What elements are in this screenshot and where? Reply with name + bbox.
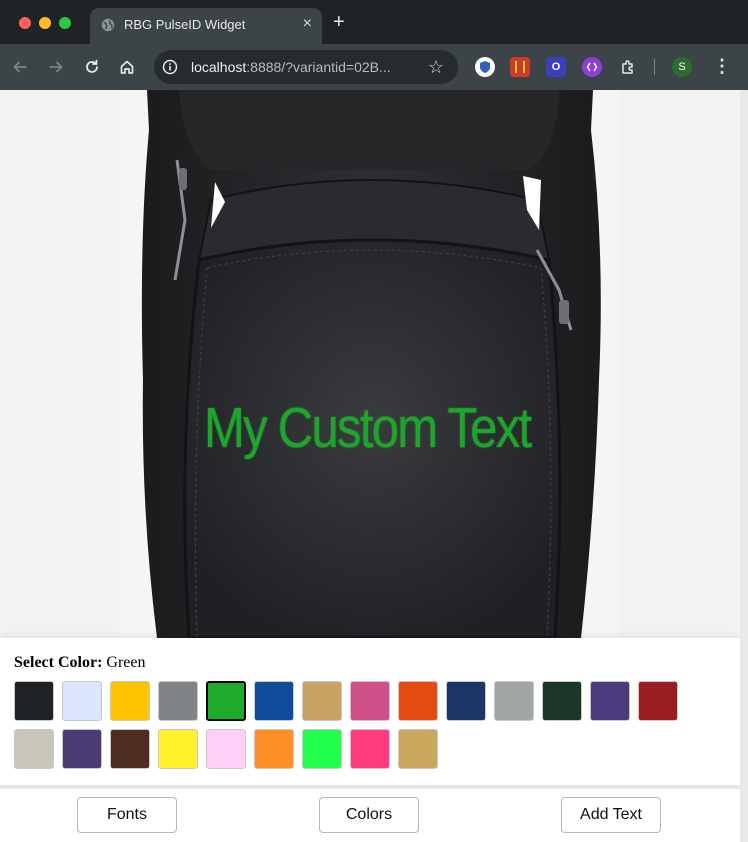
color-swatch-royal-blue[interactable]: [254, 681, 294, 721]
color-swatch-orange[interactable]: [398, 681, 438, 721]
window-edge: [740, 90, 748, 842]
forward-button[interactable]: [45, 56, 67, 78]
color-swatch-brown[interactable]: [110, 729, 150, 769]
color-swatch-silver[interactable]: [494, 681, 534, 721]
arrow-right-icon: [49, 61, 63, 73]
close-window-button[interactable]: [19, 17, 31, 29]
fonts-button[interactable]: Fonts: [77, 797, 177, 833]
color-swatch-pink[interactable]: [350, 681, 390, 721]
color-swatch-navy[interactable]: [446, 681, 486, 721]
color-swatch-black[interactable]: [14, 681, 54, 721]
arrow-left-icon: [13, 61, 27, 73]
color-swatch-violet[interactable]: [62, 729, 102, 769]
red-book-extension-icon[interactable]: [510, 57, 530, 77]
color-swatch-hot-pink[interactable]: [350, 729, 390, 769]
color-swatch-gold[interactable]: [110, 681, 150, 721]
o-extension-icon[interactable]: O: [546, 57, 566, 77]
browser-toolbar: localhost:8888/?variantid=02B... ☆ O S ⋮: [0, 44, 748, 90]
color-swatch-yellow[interactable]: [158, 729, 198, 769]
new-tab-button[interactable]: +: [333, 11, 345, 33]
color-swatch-light-blue[interactable]: [62, 681, 102, 721]
maximize-window-button[interactable]: [59, 17, 71, 29]
color-swatch-dark-green[interactable]: [542, 681, 582, 721]
address-bar[interactable]: localhost:8888/?variantid=02B... ☆: [154, 50, 458, 84]
toolbar-divider: [654, 59, 655, 75]
color-swatch-light-pink[interactable]: [206, 729, 246, 769]
url-text: localhost:8888/?variantid=02B...: [191, 59, 391, 75]
profile-avatar[interactable]: S: [672, 57, 692, 77]
site-info-icon[interactable]: [162, 59, 178, 75]
selected-color-name: Green: [106, 654, 146, 671]
home-button[interactable]: [116, 56, 138, 78]
panel-divider: [0, 785, 740, 789]
color-swatch-maroon[interactable]: [638, 681, 678, 721]
shield-icon: [480, 61, 490, 73]
reload-button[interactable]: [81, 56, 103, 78]
color-swatch-khaki[interactable]: [14, 729, 54, 769]
purple-circle-extension-icon[interactable]: [582, 57, 602, 77]
color-swatch-light-orange[interactable]: [254, 729, 294, 769]
browser-menu-icon[interactable]: ⋮: [713, 56, 731, 76]
customization-panel: Select Color: Green Fonts Colors Add Tex…: [0, 638, 740, 842]
color-swatch-purple[interactable]: [590, 681, 630, 721]
color-swatch-gray[interactable]: [158, 681, 198, 721]
custom-text-preview[interactable]: My Custom Text: [204, 395, 532, 461]
color-swatch-green[interactable]: [206, 681, 246, 721]
add-text-button[interactable]: Add Text: [561, 797, 661, 833]
brackets-icon: [586, 62, 598, 72]
colors-button[interactable]: Colors: [319, 797, 419, 833]
shield-extension-icon[interactable]: [475, 57, 495, 77]
tab-close-icon[interactable]: ×: [303, 15, 312, 33]
globe-icon: [101, 18, 115, 32]
color-swatch-tan[interactable]: [302, 681, 342, 721]
book-icon: [515, 61, 525, 73]
back-button[interactable]: [9, 56, 31, 78]
extensions-puzzle-button[interactable]: [618, 57, 638, 77]
bookmark-star-icon[interactable]: ☆: [428, 57, 444, 77]
minimize-window-button[interactable]: [39, 17, 51, 29]
select-color-label: Select Color: Green: [14, 654, 146, 671]
puzzle-icon: [622, 60, 633, 74]
reload-icon: [86, 59, 98, 73]
color-swatch-bright-green[interactable]: [302, 729, 342, 769]
browser-tab-active[interactable]: RBG PulseID Widget ×: [90, 8, 322, 44]
tab-title: RBG PulseID Widget: [124, 17, 246, 32]
page-viewport: My Custom Text Select Color: Green Fonts…: [0, 90, 748, 842]
color-swatch-old-gold[interactable]: [398, 729, 438, 769]
browser-tab-bar: RBG PulseID Widget × +: [0, 0, 748, 44]
home-icon: [120, 60, 134, 74]
